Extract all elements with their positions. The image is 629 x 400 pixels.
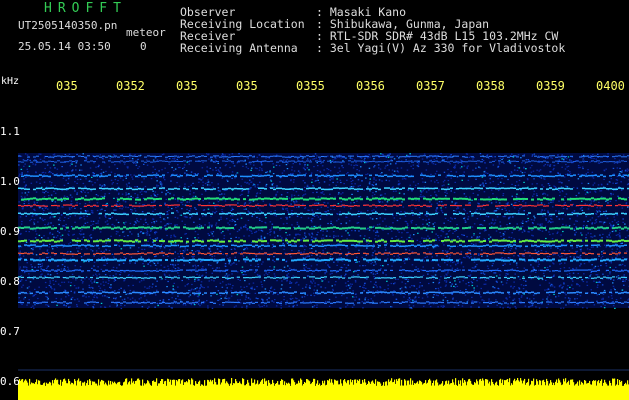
- spectrogram: [18, 153, 629, 400]
- freq-tick: 0.8: [0, 275, 20, 288]
- time-tick: 0356: [356, 79, 385, 93]
- antenna-value: : 3el Yagi(V) Az 330 for Vladivostok: [316, 41, 566, 55]
- freq-tick: 0.6: [0, 375, 20, 388]
- brand-title: HROFFT: [44, 1, 127, 16]
- freq-tick: 1.1: [0, 125, 20, 138]
- time-tick: 0359: [536, 79, 565, 93]
- time-tick: 0355: [296, 79, 325, 93]
- time-tick: 035: [176, 79, 198, 93]
- noise-floor: [18, 378, 629, 400]
- file-name: UT2505140350.pn: [18, 19, 118, 32]
- freq-tick: 1.0: [0, 175, 20, 188]
- freq-tick: 0.9: [0, 225, 20, 238]
- time-tick: 035: [56, 79, 78, 93]
- mode-label: meteor: [126, 26, 166, 39]
- noise-band: [18, 153, 629, 310]
- time-tick: 0357: [416, 79, 445, 93]
- date-time: 25.05.14 03:50: [18, 40, 111, 53]
- time-tick: 0400: [596, 79, 625, 93]
- time-tick: 0358: [476, 79, 505, 93]
- frequency-unit-label: kHz: [1, 76, 20, 87]
- antenna-label: Receiving Antenna: [180, 41, 298, 55]
- time-tick: 035: [236, 79, 258, 93]
- time-tick: 0352: [116, 79, 145, 93]
- freq-tick: 0.7: [0, 325, 20, 338]
- meteor-count: 0: [140, 40, 147, 53]
